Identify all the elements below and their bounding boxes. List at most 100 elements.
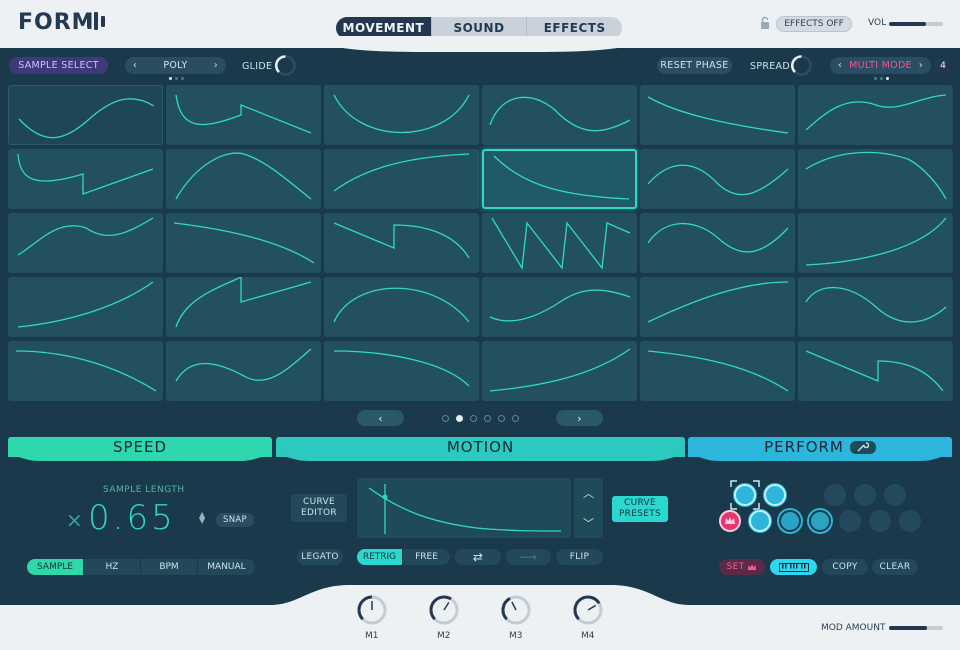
curve-preset-cell[interactable]	[166, 341, 321, 401]
voice-mode-prev-icon[interactable]: ‹	[133, 60, 137, 71]
free-button[interactable]: FREE	[403, 549, 450, 565]
record-crown-pad[interactable]	[719, 510, 741, 532]
spread-knob[interactable]	[790, 54, 813, 77]
speed-title: SPEED	[112, 438, 168, 456]
perform-pad[interactable]	[734, 484, 756, 506]
multi-mode-next-icon[interactable]: ›	[919, 60, 923, 71]
perform-pad[interactable]	[884, 484, 906, 506]
curve-preset-cell[interactable]	[324, 149, 479, 209]
perform-pad[interactable]	[854, 484, 876, 506]
flip-button[interactable]: FLIP	[556, 549, 603, 565]
page-dot[interactable]	[498, 415, 505, 422]
snap-button[interactable]: SNAP	[216, 513, 254, 527]
chevron-down-icon[interactable]: ﹀	[583, 515, 594, 531]
curve-preset-cell[interactable]	[640, 149, 795, 209]
curve-preset-cell[interactable]	[324, 277, 479, 337]
sample-select-button[interactable]: SAMPLE SELECT	[9, 57, 108, 74]
lock-icon[interactable]	[760, 16, 770, 30]
curve-preset-cell[interactable]	[8, 341, 163, 401]
curve-editor-button[interactable]: CURVE EDITOR	[291, 494, 347, 522]
sample-length-label: SAMPLE LENGTH	[103, 485, 185, 495]
crown-icon	[725, 517, 735, 524]
page-dot[interactable]	[442, 415, 449, 422]
page-dot[interactable]	[484, 415, 491, 422]
curve-preset-cell[interactable]	[8, 277, 163, 337]
curve-preset-cell[interactable]	[482, 85, 637, 145]
legato-button[interactable]: LEGATO	[297, 549, 343, 565]
curve-preset-cell[interactable]	[166, 213, 321, 273]
curve-preset-cell[interactable]	[8, 85, 163, 145]
perform-pad[interactable]	[809, 510, 831, 532]
reset-phase-button[interactable]: RESET PHASE	[657, 57, 732, 74]
glide-knob[interactable]	[274, 54, 297, 77]
motion-curve-display[interactable]	[357, 478, 571, 538]
grid-prev-page-button[interactable]: ‹	[357, 410, 404, 426]
speed-mode-manual[interactable]: MANUAL	[198, 559, 255, 575]
curve-preset-cell[interactable]	[798, 341, 953, 401]
copy-button[interactable]: COPY	[822, 559, 868, 575]
curve-preset-cell[interactable]	[798, 149, 953, 209]
curve-preset-cell[interactable]	[482, 213, 637, 273]
keyboard-button[interactable]	[770, 559, 817, 575]
mod-amount-slider[interactable]	[889, 626, 943, 630]
macro-knob-4[interactable]	[572, 594, 604, 626]
perform-pad[interactable]	[899, 510, 921, 532]
retrig-button[interactable]: RETRIG	[357, 549, 403, 565]
macro-knob-2[interactable]	[428, 594, 460, 626]
speed-mode-bpm[interactable]: BPM	[141, 559, 198, 575]
curve-presets-button[interactable]: CURVE PRESETS	[612, 496, 668, 522]
voice-mode-next-icon[interactable]: ›	[214, 60, 218, 71]
curve-preset-cell[interactable]	[166, 85, 321, 145]
curve-preset-cell[interactable]	[798, 277, 953, 337]
curve-preset-cell[interactable]	[482, 341, 637, 401]
perform-pad[interactable]	[869, 510, 891, 532]
curve-preset-cell[interactable]	[324, 213, 479, 273]
curve-preset-cell[interactable]	[640, 277, 795, 337]
curve-preset-cell[interactable]	[798, 213, 953, 273]
set-button[interactable]: SET	[719, 559, 765, 575]
perform-section-header: PERFORM	[688, 437, 952, 457]
perform-pad[interactable]	[839, 510, 861, 532]
vol-slider[interactable]	[889, 22, 943, 26]
macro-knob-1[interactable]	[356, 594, 388, 626]
curve-preset-cell[interactable]	[324, 85, 479, 145]
footer-bar	[0, 585, 960, 650]
multi-mode-prev-icon[interactable]: ‹	[838, 60, 842, 71]
wrench-icon[interactable]	[849, 440, 876, 454]
curve-preset-cell[interactable]	[798, 85, 953, 145]
page-dot[interactable]	[470, 415, 477, 422]
curve-preset-cell[interactable]	[640, 85, 795, 145]
perform-pad[interactable]	[749, 510, 771, 532]
curve-editor-label-1: CURVE	[303, 497, 335, 507]
effects-off-toggle[interactable]: EFFECTS OFF	[776, 16, 852, 32]
speed-stepper-icon[interactable]: ▲ ▼	[199, 511, 205, 525]
curve-preset-cell[interactable]	[324, 341, 479, 401]
curve-preset-cell[interactable]	[482, 277, 637, 337]
curve-preset-cell[interactable]	[166, 277, 321, 337]
curve-preset-cell[interactable]	[640, 341, 795, 401]
perform-pad[interactable]	[824, 484, 846, 506]
one-shot-arrow-icon[interactable]: ⟶	[506, 549, 551, 565]
curve-preset-cell[interactable]	[8, 149, 163, 209]
curve-presets-label-2: PRESETS	[618, 509, 662, 519]
curve-preset-cell[interactable]	[166, 149, 321, 209]
macro-label-1: M1	[365, 631, 379, 641]
speed-mode-hz[interactable]: HZ	[84, 559, 141, 575]
loop-icon[interactable]: ⇄	[455, 549, 501, 565]
grid-next-page-button[interactable]: ›	[556, 410, 603, 426]
voice-mode-value: POLY	[163, 60, 188, 71]
multi-mode-selector[interactable]: ‹ MULTI MODE ›	[830, 57, 931, 74]
speed-mode-sample[interactable]: SAMPLE	[27, 559, 84, 575]
perform-pad[interactable]	[764, 484, 786, 506]
voice-mode-selector[interactable]: ‹ POLY ›	[125, 57, 226, 74]
speed-value[interactable]: 0.65	[88, 498, 176, 538]
curve-preset-cell[interactable]	[482, 149, 637, 209]
perform-pad[interactable]	[779, 510, 801, 532]
chevron-up-icon[interactable]: ︿	[583, 485, 594, 501]
macro-knob-3[interactable]	[500, 594, 532, 626]
page-dot[interactable]	[456, 415, 463, 422]
curve-preset-cell[interactable]	[8, 213, 163, 273]
curve-preset-cell[interactable]	[640, 213, 795, 273]
clear-button[interactable]: CLEAR	[872, 559, 918, 575]
page-dot[interactable]	[512, 415, 519, 422]
